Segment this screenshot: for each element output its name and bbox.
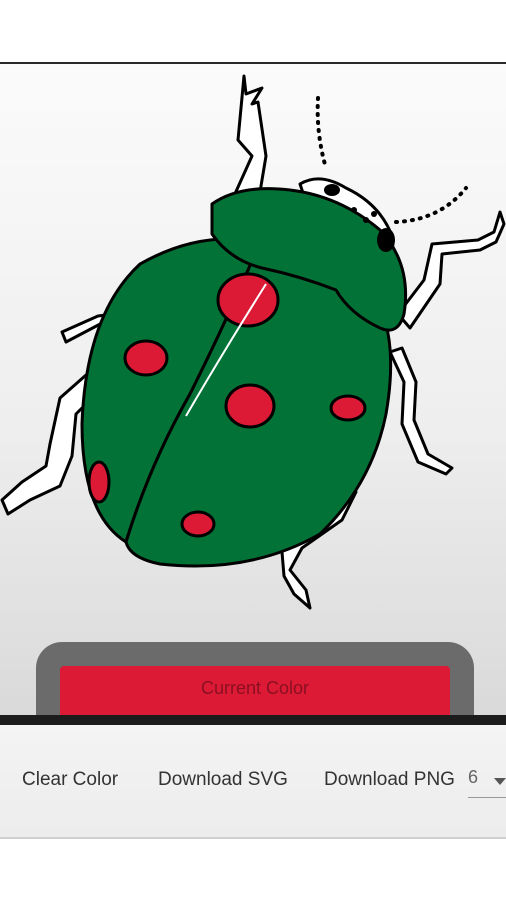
antenna-right bbox=[394, 186, 468, 224]
spot-5[interactable] bbox=[87, 460, 111, 504]
coloring-canvas[interactable]: Current Color bbox=[0, 62, 506, 720]
leg-front-left[interactable] bbox=[232, 74, 268, 206]
size-value: 6 bbox=[468, 767, 479, 787]
spot-1[interactable] bbox=[216, 272, 280, 328]
spot-4[interactable] bbox=[329, 394, 367, 422]
clear-color-button[interactable]: Clear Color bbox=[22, 769, 118, 791]
eye-left bbox=[324, 184, 340, 196]
leg-mid-right[interactable] bbox=[388, 346, 454, 476]
toolbar-divider bbox=[0, 715, 506, 725]
leg-front-right[interactable] bbox=[396, 210, 506, 330]
spot-6[interactable] bbox=[180, 510, 216, 538]
head-dot-3 bbox=[371, 211, 377, 217]
head-dot-2 bbox=[363, 217, 369, 223]
chevron-down-icon bbox=[494, 778, 506, 785]
antenna-left bbox=[315, 96, 328, 170]
size-select[interactable]: 6 bbox=[468, 765, 506, 798]
ladybug-drawing[interactable] bbox=[0, 64, 506, 720]
current-color-swatch[interactable]: Current Color bbox=[60, 666, 450, 720]
download-svg-button[interactable]: Download SVG bbox=[158, 769, 288, 791]
toolbar: Clear Color Download SVG Download PNG 6 bbox=[0, 725, 506, 839]
color-panel: Current Color bbox=[36, 642, 474, 720]
spot-2[interactable] bbox=[123, 339, 169, 377]
eye-right bbox=[377, 228, 395, 252]
download-png-button[interactable]: Download PNG bbox=[324, 769, 455, 791]
head-dot-1 bbox=[351, 207, 357, 213]
spot-3[interactable] bbox=[224, 383, 276, 429]
